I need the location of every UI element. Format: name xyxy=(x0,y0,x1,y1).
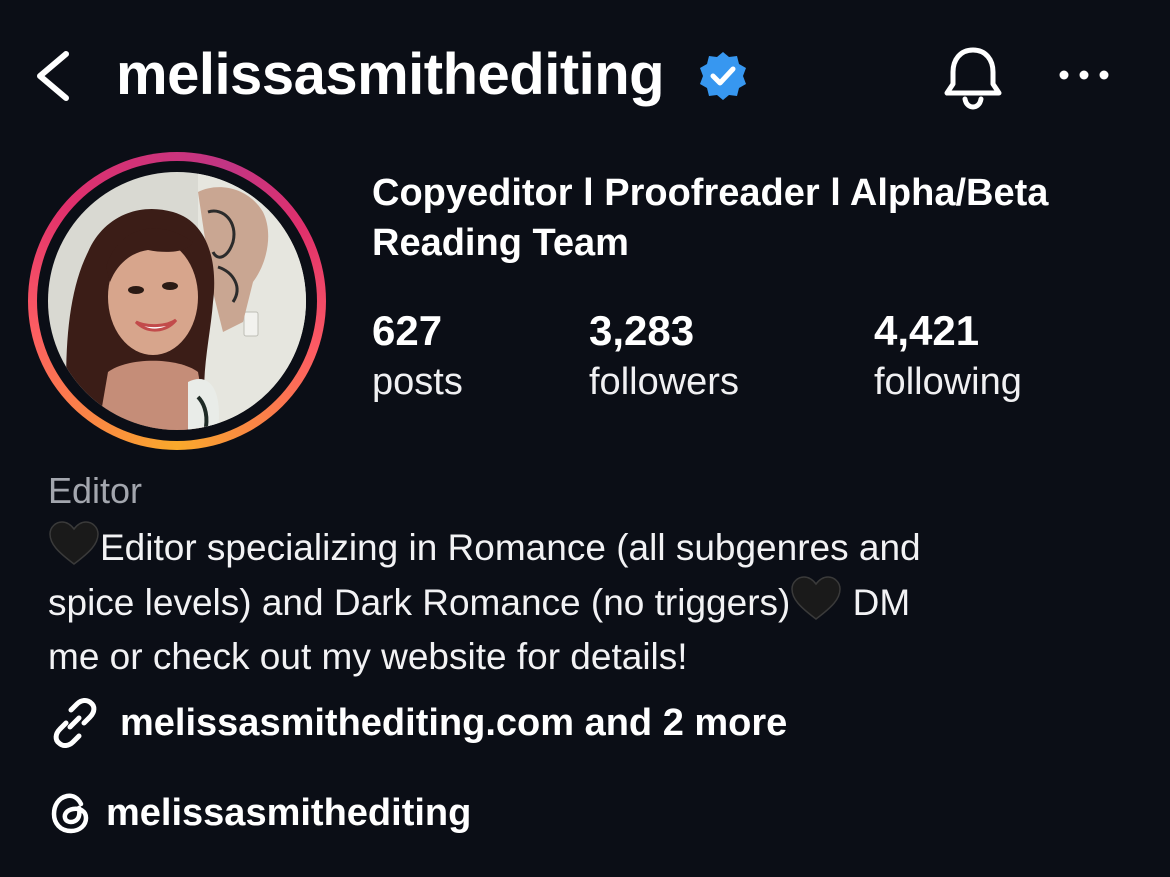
stat-posts-value: 627 xyxy=(372,307,443,354)
bio-line-2-tail: DM xyxy=(842,582,911,623)
bell-icon[interactable] xyxy=(938,42,1008,112)
profile-header: melissasmithediting xyxy=(0,0,1170,150)
bio-line-3: me or check out my website for details! xyxy=(48,636,688,677)
black-heart-icon xyxy=(791,576,842,620)
threads-link[interactable]: melissasmithediting xyxy=(48,788,471,838)
profile-headline-line2: Reading Team xyxy=(372,222,629,264)
profile-category: Editor xyxy=(48,470,143,511)
stat-posts-label: posts xyxy=(372,361,463,403)
bio-line-1: Editor specializing in Romance (all subg… xyxy=(48,520,1138,575)
stat-followers-value: 3,283 xyxy=(589,307,695,354)
stat-following-label: following xyxy=(874,361,1022,403)
story-ring[interactable] xyxy=(28,152,326,450)
stat-followers[interactable]: 3,283 followers xyxy=(589,306,739,408)
avatar-illustration xyxy=(48,172,306,430)
chevron-left-icon xyxy=(37,51,69,101)
profile-username: melissasmithediting xyxy=(116,42,665,107)
profile-links[interactable]: melissasmithediting.com and 2 more xyxy=(48,698,787,748)
profile-link-text[interactable]: melissasmithediting.com and 2 more xyxy=(120,702,787,745)
profile-headline: Copyeditor l Proofreader l Alpha/Beta Re… xyxy=(372,168,1152,268)
profile-bio: Editor specializing in Romance (all subg… xyxy=(48,520,1138,684)
profile-headline-line1: Copyeditor l Proofreader l Alpha/Beta xyxy=(372,172,1049,214)
bio-line-2-text: spice levels) and Dark Romance (no trigg… xyxy=(48,582,791,623)
black-heart-icon xyxy=(49,521,99,565)
stat-following-value: 4,421 xyxy=(874,307,980,354)
stat-posts[interactable]: 627 posts xyxy=(372,306,463,408)
verified-badge-icon xyxy=(700,52,746,100)
back-button[interactable] xyxy=(22,46,82,106)
threads-icon xyxy=(51,793,89,834)
more-horizontal-icon[interactable] xyxy=(1054,58,1114,92)
threads-handle[interactable]: melissasmithediting xyxy=(106,792,471,835)
bio-line-2: spice levels) and Dark Romance (no trigg… xyxy=(48,575,1138,630)
bio-line-1-text: Editor specializing in Romance (all subg… xyxy=(100,527,921,568)
stat-following[interactable]: 4,421 following xyxy=(874,306,1022,408)
stat-followers-label: followers xyxy=(589,361,739,403)
profile-photo[interactable] xyxy=(48,172,306,430)
link-icon xyxy=(53,698,97,748)
